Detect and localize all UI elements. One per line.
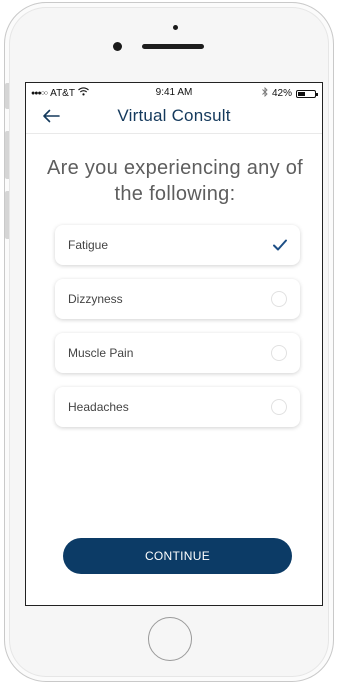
symptom-options-list: Fatigue Dizzyness Muscle Pain Headaches	[55, 225, 300, 441]
option-fatigue[interactable]: Fatigue	[55, 225, 300, 265]
page-title: Virtual Consult	[117, 106, 231, 125]
status-right: 42%	[262, 86, 318, 100]
earpiece-speaker	[142, 44, 204, 49]
option-label: Headaches	[68, 400, 129, 414]
battery-level-fill	[298, 91, 305, 96]
battery-percent: 42%	[271, 88, 292, 99]
option-headaches[interactable]: Headaches	[55, 387, 300, 427]
radio-unchecked-icon	[271, 291, 287, 307]
front-camera	[113, 42, 122, 51]
option-label: Fatigue	[68, 238, 109, 252]
nav-divider	[26, 133, 322, 134]
radio-unchecked-icon	[271, 345, 287, 361]
status-bar: ●●●○○ AT&T 9:41 AM 42%	[26, 83, 322, 101]
proximity-sensor	[173, 25, 178, 30]
option-muscle-pain[interactable]: Muscle Pain	[55, 333, 300, 373]
volume-down-button	[5, 191, 9, 239]
mute-switch	[5, 83, 9, 109]
bluetooth-icon	[262, 86, 268, 100]
question-heading: Are you experiencing any of the followin…	[46, 157, 304, 205]
radio-unchecked-icon	[271, 399, 287, 415]
option-dizzyness[interactable]: Dizzyness	[55, 279, 300, 319]
continue-button[interactable]: CONTINUE	[63, 538, 292, 574]
volume-up-button	[5, 131, 9, 179]
home-button[interactable]	[148, 617, 192, 661]
app-screen: ●●●○○ AT&T 9:41 AM 42% Virtual Consult A…	[25, 82, 323, 606]
checkmark-icon	[273, 239, 287, 251]
battery-icon	[296, 89, 318, 98]
navigation-bar: Virtual Consult	[26, 101, 322, 133]
option-label: Dizzyness	[68, 292, 123, 306]
option-label: Muscle Pain	[68, 346, 134, 360]
